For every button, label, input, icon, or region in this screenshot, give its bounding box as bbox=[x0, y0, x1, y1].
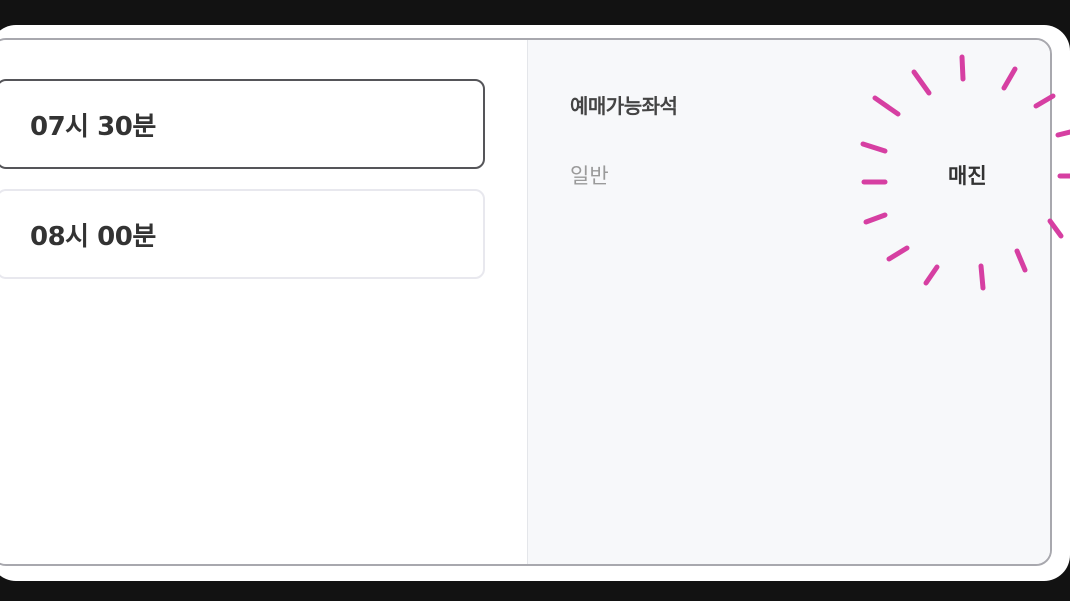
time-slot-label: 08시 00분 bbox=[30, 221, 156, 252]
time-slot-label: 07시 30분 bbox=[30, 111, 156, 142]
time-slot-0730[interactable]: 07시 30분 bbox=[0, 79, 485, 169]
time-list: 07시 30분 08시 00분 bbox=[0, 40, 527, 564]
schedule-panel: 07시 30분 08시 00분 예매가능좌석 일반 매진 bbox=[0, 38, 1052, 566]
seat-availability-panel: 예매가능좌석 일반 매진 bbox=[527, 40, 1050, 564]
seat-status-sold-out: 매진 bbox=[948, 164, 987, 188]
time-slot-0800[interactable]: 08시 00분 bbox=[0, 189, 485, 279]
booking-card: 07시 30분 08시 00분 예매가능좌석 일반 매진 bbox=[0, 25, 1070, 581]
seat-type-label: 일반 bbox=[570, 164, 609, 188]
screenshot-stage: 07시 30분 08시 00분 예매가능좌석 일반 매진 bbox=[0, 0, 1070, 601]
seat-availability-title: 예매가능좌석 bbox=[570, 94, 678, 118]
